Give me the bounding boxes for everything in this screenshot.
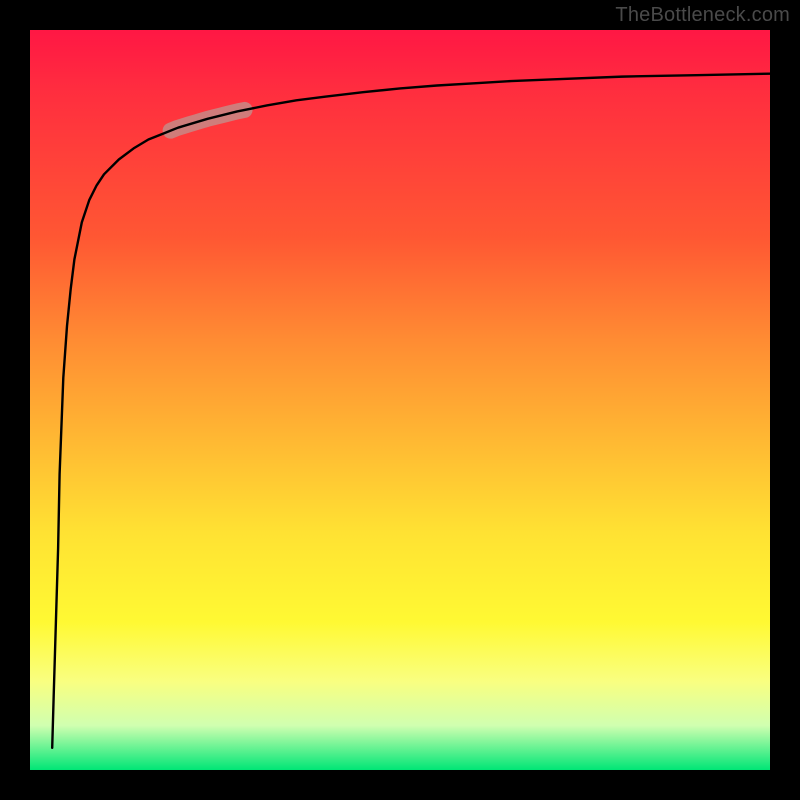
- plot-area: [30, 30, 770, 770]
- attribution-text: TheBottleneck.com: [615, 4, 790, 27]
- curve-layer: [30, 30, 770, 770]
